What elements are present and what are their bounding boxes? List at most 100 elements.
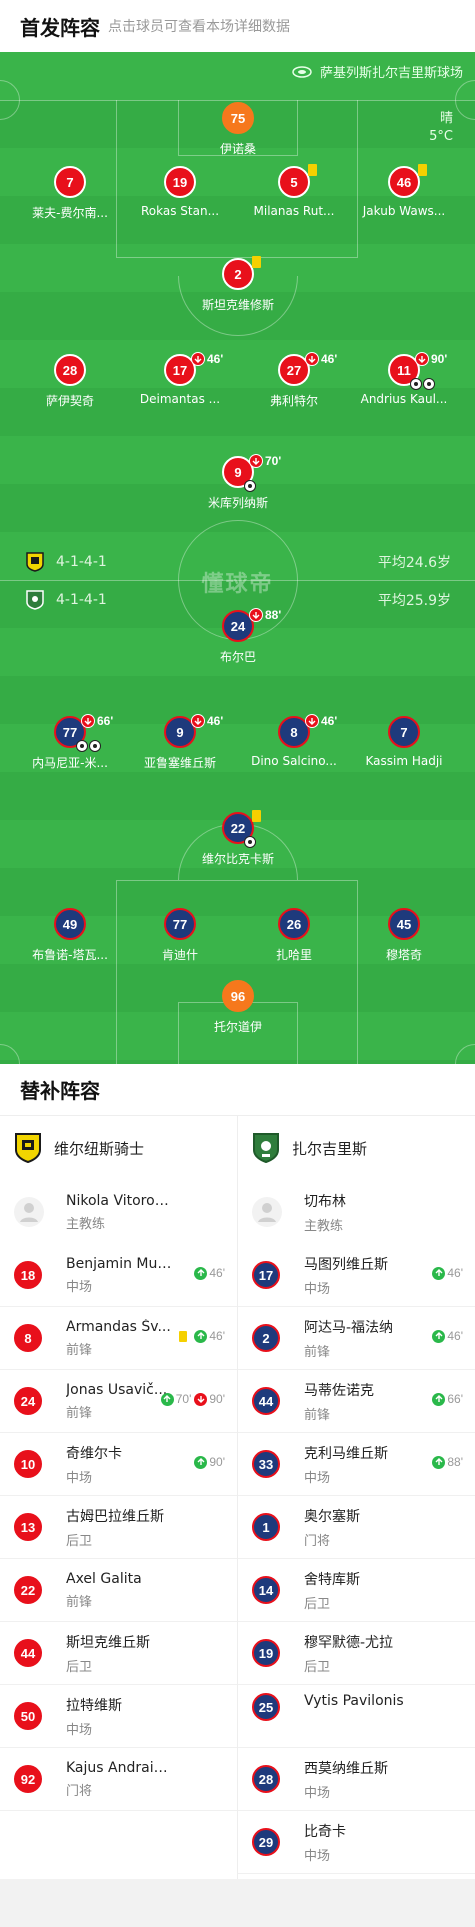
sub-player-row[interactable]: 2 阿达马-福法纳 前锋 46'	[238, 1307, 475, 1370]
player-name: Jakub Waws...	[362, 204, 446, 218]
player-number-badge: 27 46'	[278, 352, 337, 386]
home-player[interactable]: 19 Rokas Stan...	[125, 166, 235, 218]
away-player[interactable]: 45 穆塔奇	[349, 908, 459, 963]
player-number-badge: 22	[222, 810, 261, 848]
sub-player-row[interactable]: 44 马蒂佐诺克 前锋 66'	[238, 1370, 475, 1433]
player-number-badge: 28	[54, 354, 86, 386]
sub-player-name: 马图列维丘斯	[304, 1256, 388, 1273]
away-coach-name: 切布林	[304, 1193, 346, 1210]
away-player[interactable]: 7 Kassim Hadji	[349, 716, 459, 768]
sub-player-row[interactable]: 25 Vytis Pavilonis	[238, 1685, 475, 1748]
sub-number-badge: 13	[14, 1513, 42, 1541]
away-player[interactable]: 9 46' 亚鲁塞维丘斯	[125, 714, 235, 771]
away-formation-row: 4-1-4-1 平均25.9岁	[0, 590, 475, 610]
away-player[interactable]: 24 88' 布尔巴	[183, 608, 293, 665]
sub-minute: 46'	[207, 714, 224, 728]
goal-ball-icon	[89, 740, 101, 752]
weather: 晴 5°C	[429, 110, 453, 146]
sub-player-row[interactable]: 29 比奇卡 中场	[238, 1811, 475, 1874]
home-team-row[interactable]: 维尔纽斯骑士	[0, 1116, 237, 1180]
player-number-badge: 77	[164, 908, 196, 940]
sub-player-position: 中场	[66, 1279, 93, 1295]
sub-player-position: 后卫	[304, 1596, 331, 1612]
sub-number-badge: 22	[14, 1576, 42, 1604]
player-name: Rokas Stan...	[140, 204, 220, 218]
sub-in-minute: 70'	[175, 1392, 192, 1406]
sub-player-row[interactable]: 14 舍特库斯 后卫	[238, 1559, 475, 1622]
sub-player-row[interactable]: 28 西莫纳维丘斯 中场	[238, 1748, 475, 1811]
home-player[interactable]: 28 萨伊契奇	[15, 354, 125, 409]
player-number: 17	[172, 362, 188, 378]
sub-player-position: 前锋	[304, 1344, 331, 1360]
away-player[interactable]: 26 扎哈里	[239, 908, 349, 963]
home-player[interactable]: 7 莱夫-费尔南...	[15, 166, 125, 221]
yellow-card-icon	[179, 1330, 188, 1342]
away-player[interactable]: 96 托尔道伊	[183, 980, 293, 1035]
sub-minute: 46'	[321, 714, 338, 728]
sub-number-badge: 10	[14, 1450, 42, 1478]
home-player[interactable]: 27 46' 弗利特尔	[239, 352, 349, 409]
sub-player-row[interactable]: 17 马图列维丘斯 中场 46'	[238, 1244, 475, 1307]
player-number: 49	[62, 916, 78, 932]
player-name: Deimantas ...	[139, 392, 221, 406]
sub-event: 70'	[249, 454, 281, 468]
sub-event: 90'	[415, 352, 447, 366]
home-player[interactable]: 2 斯坦克维修斯	[183, 256, 293, 313]
player-number-badge: 9 70'	[222, 454, 281, 492]
sub-player-row[interactable]: 24 Jonas Usavič... 前锋 70' 90'	[0, 1370, 237, 1433]
sub-number-badge: 44	[252, 1387, 280, 1415]
away-coach-row[interactable]: 切布林 主教练	[238, 1180, 475, 1244]
sub-player-row[interactable]: 1 奥尔塞斯 门将	[238, 1496, 475, 1559]
away-team-name: 扎尔吉里斯	[292, 1139, 368, 1158]
home-player[interactable]: 46 Jakub Waws...	[349, 164, 459, 218]
sub-in-minute: 46'	[447, 1266, 463, 1280]
sub-number-badge: 1	[252, 1513, 280, 1541]
sub-player-row[interactable]: 22 Axel Galita 前锋	[0, 1559, 237, 1622]
away-player[interactable]: 49 布鲁诺-塔瓦...	[15, 908, 125, 963]
sub-out-icon	[191, 352, 205, 366]
away-team-row[interactable]: 扎尔吉里斯	[238, 1116, 475, 1180]
sub-number-badge: 8	[14, 1324, 42, 1352]
player-name: 维尔比克卡斯	[201, 852, 274, 866]
sub-in-arrow-icon	[160, 1392, 174, 1406]
sub-out-icon	[191, 714, 205, 728]
home-player[interactable]: 75 伊诺桑	[183, 102, 293, 157]
sub-player-row[interactable]: 44 斯坦克维丘斯 后卫	[0, 1622, 237, 1685]
sub-player-row[interactable]: 18 Benjamin Mul... 中场 46'	[0, 1244, 237, 1307]
sub-player-row[interactable]: 13 古姆巴拉维丘斯 后卫	[0, 1496, 237, 1559]
player-number: 75	[230, 110, 246, 126]
sub-player-name: 阿达马-福法纳	[304, 1319, 394, 1336]
sub-player-row[interactable]: 92 Kajus Andraik... 门将	[0, 1748, 237, 1811]
player-number: 9	[234, 464, 242, 480]
sub-player-row[interactable]: 8 Armandas Šv... 前锋 46'	[0, 1307, 237, 1370]
away-player[interactable]: 77 66' 内马尼亚-米...	[15, 714, 125, 771]
sub-player-name: Kajus Andraik...	[66, 1759, 174, 1776]
home-player[interactable]: 9 70' 米库列纳斯	[183, 454, 293, 511]
sub-number-badge: 14	[252, 1576, 280, 1604]
sub-in-minute: 46'	[209, 1266, 225, 1280]
home-player[interactable]: 17 46' Deimantas ...	[125, 352, 235, 406]
home-coach-row[interactable]: Nikola Vitorovic 主教练	[0, 1180, 237, 1244]
player-number-badge: 7	[54, 166, 86, 198]
sub-player-name: Axel Galita	[66, 1570, 142, 1587]
away-player[interactable]: 22 维尔比克卡斯	[183, 810, 293, 867]
sub-player-position: 后卫	[66, 1533, 93, 1549]
sub-events: 46'	[429, 1329, 463, 1343]
yellow-card-icon	[418, 164, 427, 176]
sub-player-row[interactable]: 50 拉特维斯 中场	[0, 1685, 237, 1748]
home-player[interactable]: 5 Milanas Rut...	[239, 164, 349, 218]
sub-player-row[interactable]: 10 奇维尔卡 中场 90'	[0, 1433, 237, 1496]
away-player[interactable]: 77 肯迪什	[125, 908, 235, 963]
player-name: 布尔巴	[219, 650, 256, 664]
player-number-badge: 5	[278, 164, 317, 198]
sub-event: 88'	[249, 608, 281, 622]
player-number: 5	[290, 174, 298, 190]
sub-player-row[interactable]: 19 穆罕默德-尤拉 后卫	[238, 1622, 475, 1685]
away-subs-column: 扎尔吉里斯 切布林 主教练 17 马图列维丘斯 中场 46' 2 阿达马-福法纳 前锋 46'…	[238, 1116, 475, 1879]
home-player[interactable]: 11 90' Andrius Kaul...	[349, 352, 459, 406]
sub-player-name: 比奇卡	[304, 1823, 346, 1840]
home-avg-age: 平均24.6岁	[377, 555, 451, 571]
away-player[interactable]: 8 46' Dino Salcino...	[239, 714, 349, 768]
sub-number-badge: 50	[14, 1702, 42, 1730]
sub-player-row[interactable]: 33 克利马维丘斯 中场 88'	[238, 1433, 475, 1496]
